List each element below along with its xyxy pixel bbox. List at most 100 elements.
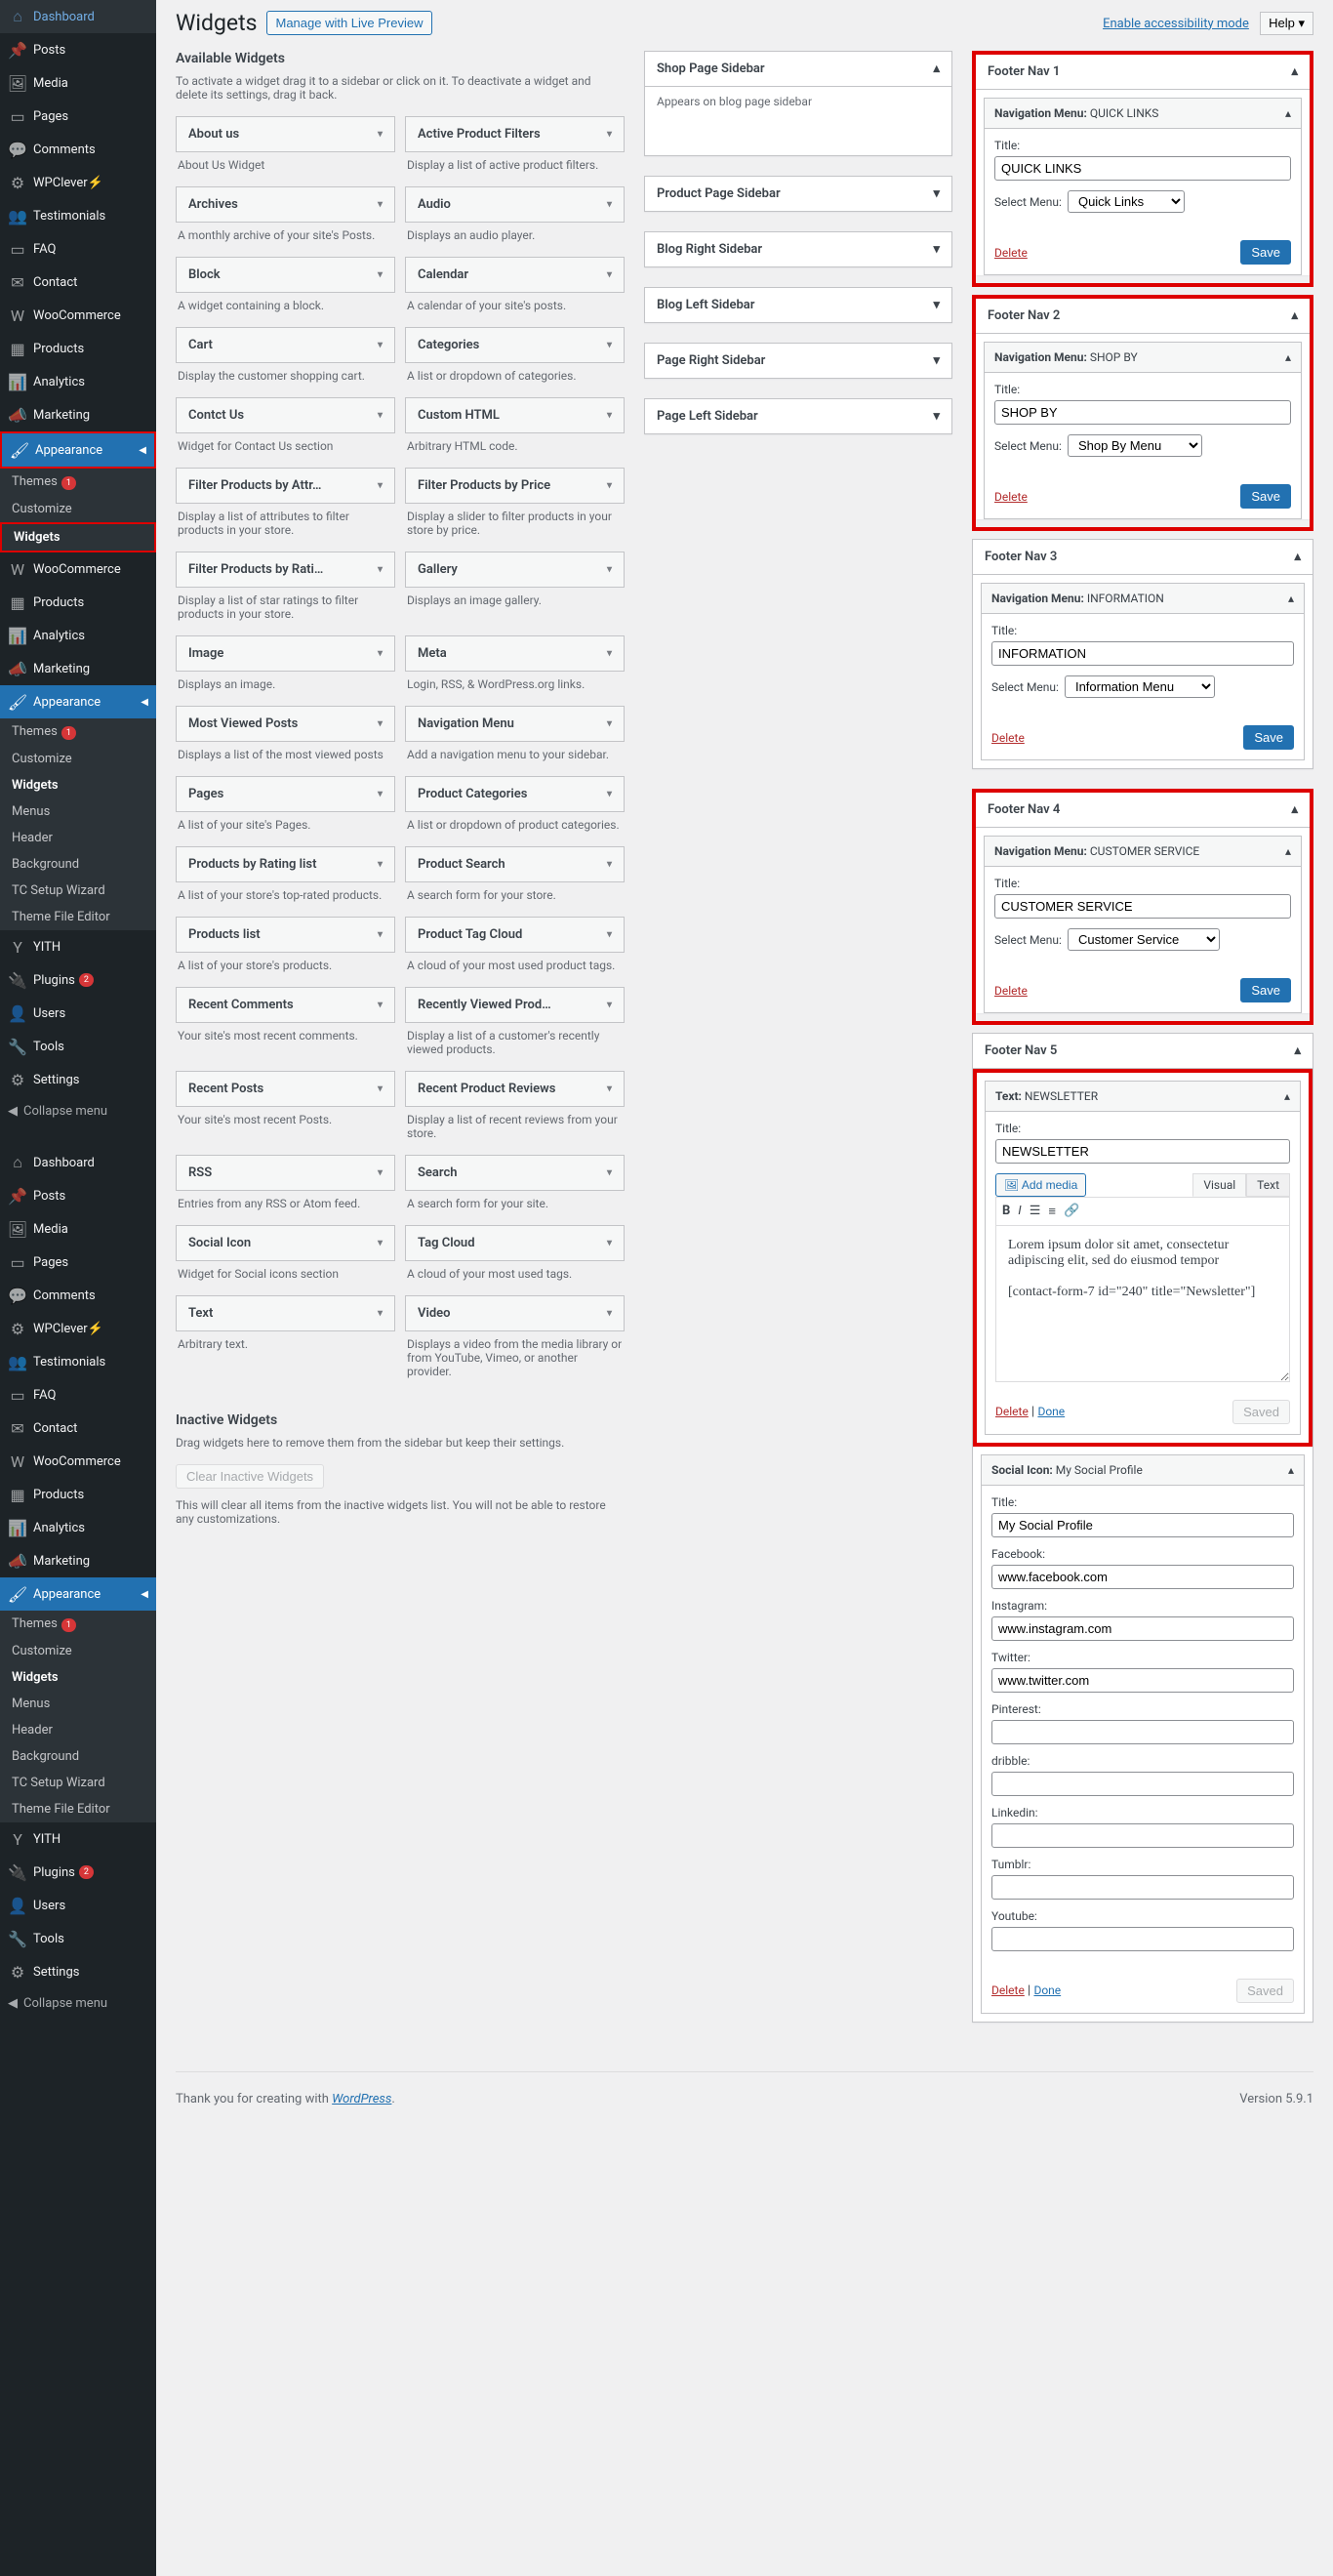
nav-settings[interactable]: ⚙Settings — [0, 1955, 156, 1988]
sidebar-head[interactable]: Blog Left Sidebar▾ — [645, 288, 951, 322]
sub-theme-editor[interactable]: Theme File Editor — [0, 1796, 156, 1822]
sub-tc-setup[interactable]: TC Setup Wizard — [0, 1770, 156, 1796]
nav-marketing[interactable]: 📣Marketing — [0, 398, 156, 431]
delete-link[interactable]: Delete — [995, 1405, 1029, 1418]
sub-widgets[interactable]: Widgets — [0, 1664, 156, 1691]
wordpress-link[interactable]: WordPress — [332, 2092, 391, 2106]
widget-9[interactable]: Custom HTML▾ — [405, 397, 625, 433]
collapse-menu[interactable]: ◀Collapse menu — [0, 1096, 156, 1126]
social-input[interactable] — [991, 1875, 1294, 1900]
nav-products[interactable]: ▦Products — [0, 1478, 156, 1511]
nav-menu-widget-head[interactable]: Navigation Menu: CUSTOMER SERVICE▴ — [985, 837, 1301, 867]
bold-button[interactable]: B — [1002, 1204, 1010, 1219]
social-widget-head[interactable]: Social Icon: My Social Profile ▴ — [982, 1455, 1304, 1486]
nav-pages[interactable]: ▭Pages — [0, 1246, 156, 1279]
widget-6[interactable]: Cart▾ — [176, 327, 395, 363]
clear-inactive-button[interactable]: Clear Inactive Widgets — [176, 1464, 324, 1489]
nav-users[interactable]: 👤Users — [0, 997, 156, 1030]
add-media-button[interactable]: 🖼 Add media — [995, 1173, 1086, 1197]
social-input[interactable] — [991, 1565, 1294, 1589]
widget-1[interactable]: Active Product Filters▾ — [405, 116, 625, 152]
widget-18[interactable]: Pages▾ — [176, 776, 395, 812]
sidebar-head[interactable]: Page Left Sidebar▾ — [645, 399, 951, 433]
nav-marketing[interactable]: 📣Marketing — [0, 1544, 156, 1577]
sub-widgets[interactable]: Widgets — [2, 524, 154, 551]
delete-link[interactable]: Delete — [994, 490, 1028, 504]
delete-link[interactable]: Delete — [991, 1983, 1025, 1997]
nav-comments[interactable]: 💬Comments — [0, 1279, 156, 1312]
widget-29[interactable]: Search▾ — [405, 1155, 625, 1191]
save-button[interactable]: Save — [1240, 240, 1291, 265]
sub-tc-setup[interactable]: TC Setup Wizard — [0, 878, 156, 904]
title-input[interactable] — [991, 641, 1294, 666]
sub-customize[interactable]: Customize — [0, 496, 156, 522]
nav-pages[interactable]: ▭Pages — [0, 100, 156, 133]
done-link[interactable]: Done — [1033, 1983, 1061, 1997]
nav-faq[interactable]: ▭FAQ — [0, 232, 156, 266]
save-button[interactable]: Save — [1240, 978, 1291, 1002]
sub-theme-editor[interactable]: Theme File Editor — [0, 904, 156, 930]
widget-20[interactable]: Products by Rating list▾ — [176, 846, 395, 882]
nav-products-2[interactable]: ▦Products — [0, 586, 156, 619]
delete-link[interactable]: Delete — [991, 731, 1025, 745]
widget-0[interactable]: About us▾ — [176, 116, 395, 152]
tab-visual[interactable]: Visual — [1192, 1173, 1246, 1197]
nav-tools[interactable]: 🔧Tools — [0, 1922, 156, 1955]
nav-plugins[interactable]: 🔌Plugins2 — [0, 963, 156, 997]
editor-content[interactable]: Lorem ipsum dolor sit amet, consectetur … — [995, 1226, 1290, 1382]
widget-19[interactable]: Product Categories▾ — [405, 776, 625, 812]
nav-analytics[interactable]: 📊Analytics — [0, 1511, 156, 1544]
nav-posts[interactable]: 📌Posts — [0, 33, 156, 66]
ul-button[interactable]: ☰ — [1030, 1204, 1041, 1219]
widget-22[interactable]: Products list▾ — [176, 917, 395, 953]
menu-select[interactable]: Customer Service — [1068, 928, 1220, 951]
widget-16[interactable]: Most Viewed Posts▾ — [176, 706, 395, 742]
nav-dashboard[interactable]: ⌂Dashboard — [0, 0, 156, 33]
social-input[interactable] — [991, 1927, 1294, 1951]
nav-media[interactable]: 🖼Media — [0, 1212, 156, 1246]
nav-yith[interactable]: YYITH — [0, 1822, 156, 1856]
nav-tools[interactable]: 🔧Tools — [0, 1030, 156, 1063]
nav-analytics[interactable]: 📊Analytics — [0, 365, 156, 398]
live-preview-button[interactable]: Manage with Live Preview — [266, 11, 431, 35]
footer-nav-head[interactable]: Footer Nav 2▴ — [976, 299, 1310, 334]
nav-faq[interactable]: ▭FAQ — [0, 1378, 156, 1411]
nav-plugins[interactable]: 🔌Plugins2 — [0, 1856, 156, 1889]
widget-26[interactable]: Recent Posts▾ — [176, 1071, 395, 1107]
widget-15[interactable]: Meta▾ — [405, 635, 625, 672]
title-input[interactable] — [994, 156, 1291, 181]
nav-wpclever[interactable]: ⚙WPClever⚡ — [0, 166, 156, 199]
text-widget-head[interactable]: Text: NEWSLETTER ▴ — [986, 1082, 1300, 1112]
nav-products[interactable]: ▦Products — [0, 332, 156, 365]
nav-menu-widget-head[interactable]: Navigation Menu: SHOP BY▴ — [985, 343, 1301, 373]
widget-33[interactable]: Video▾ — [405, 1295, 625, 1331]
nav-woocommerce-2[interactable]: WWooCommerce — [0, 552, 156, 586]
italic-button[interactable]: I — [1018, 1204, 1021, 1219]
widget-10[interactable]: Filter Products by Attr…▾ — [176, 468, 395, 504]
widget-31[interactable]: Tag Cloud▾ — [405, 1225, 625, 1261]
nav-woocommerce[interactable]: WWooCommerce — [0, 1445, 156, 1478]
social-input[interactable] — [991, 1616, 1294, 1641]
widget-24[interactable]: Recent Comments▾ — [176, 987, 395, 1023]
sub-themes[interactable]: Themes1 — [0, 1611, 156, 1638]
nav-testimonials[interactable]: 👥Testimonials — [0, 199, 156, 232]
delete-link[interactable]: Delete — [994, 984, 1028, 998]
sub-background[interactable]: Background — [0, 1743, 156, 1770]
footer-nav-head[interactable]: Footer Nav 3▴ — [973, 540, 1313, 575]
sub-header[interactable]: Header — [0, 825, 156, 851]
footer-nav-5-head[interactable]: Footer Nav 5▴ — [973, 1034, 1313, 1069]
nav-appearance-2[interactable]: 🖌Appearance◀ — [0, 685, 156, 718]
sub-customize[interactable]: Customize — [0, 1638, 156, 1664]
ol-button[interactable]: ≡ — [1048, 1204, 1056, 1219]
nav-yith[interactable]: YYITH — [0, 930, 156, 963]
widget-4[interactable]: Block▾ — [176, 257, 395, 293]
widget-13[interactable]: Gallery▾ — [405, 552, 625, 588]
widget-12[interactable]: Filter Products by Rati…▾ — [176, 552, 395, 588]
sub-menus[interactable]: Menus — [0, 1691, 156, 1717]
nav-media[interactable]: 🖼Media — [0, 66, 156, 100]
sub-header[interactable]: Header — [0, 1717, 156, 1743]
nav-menu-widget-head[interactable]: Navigation Menu: QUICK LINKS▴ — [985, 99, 1301, 129]
widget-3[interactable]: Audio▾ — [405, 186, 625, 223]
social-input[interactable] — [991, 1668, 1294, 1693]
nav-testimonials[interactable]: 👥Testimonials — [0, 1345, 156, 1378]
